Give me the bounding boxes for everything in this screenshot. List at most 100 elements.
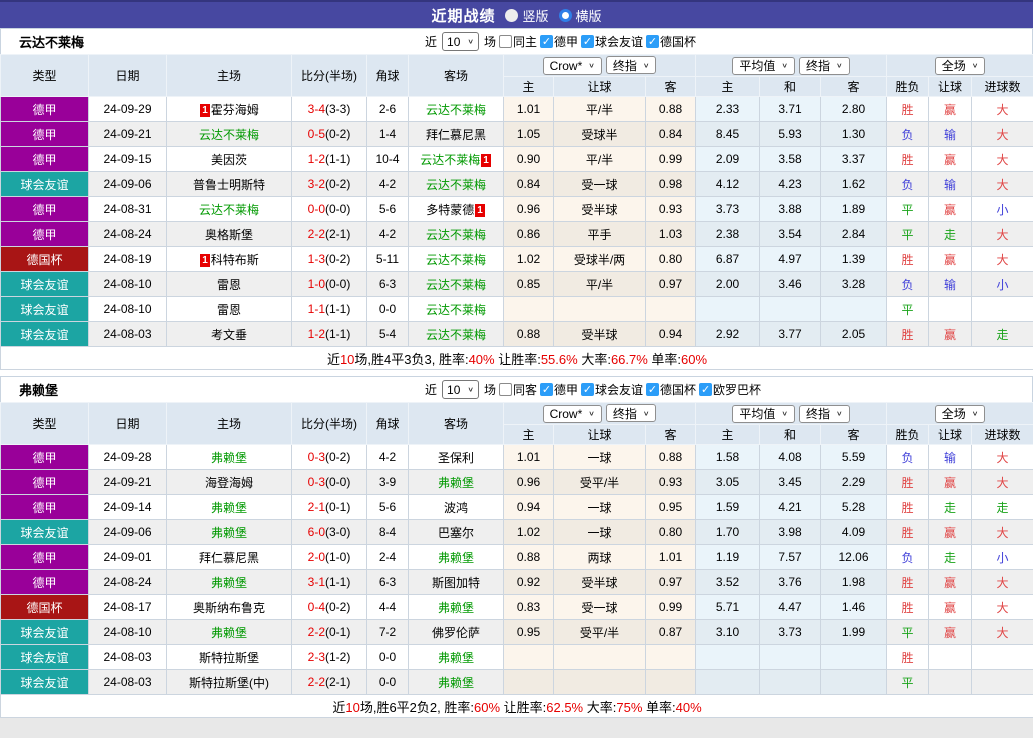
handicap-away-odds: 0.94 <box>646 322 696 347</box>
match-row: 德甲24-08-24弗赖堡3-1(1-1)6-3斯图加特0.92受半球0.973… <box>1 570 1033 595</box>
full-time-score: 2-2 <box>308 625 325 639</box>
league-filter-label[interactable]: 德国杯 <box>660 381 696 398</box>
league-checkbox[interactable]: ✓ <box>699 383 712 396</box>
title-bar: 近期战绩 竖版 横版 <box>0 0 1033 28</box>
league-filter-label[interactable]: 德甲 <box>554 33 578 50</box>
team-label: 海登海姆 <box>205 476 253 490</box>
league-checkbox[interactable]: ✓ <box>581 35 594 48</box>
league-type-cell: 球会友谊 <box>1 322 89 347</box>
league-type-cell: 球会友谊 <box>1 620 89 645</box>
match-date-cell: 24-08-17 <box>89 595 167 620</box>
layout-vertical-radio[interactable]: 竖版 <box>505 6 548 25</box>
average-odds-select[interactable]: 平均值∨ <box>732 405 795 423</box>
layout-vertical-label[interactable]: 竖版 <box>522 6 548 25</box>
home-team-cell: 弗赖堡 <box>167 570 292 595</box>
radio-icon[interactable] <box>559 9 572 22</box>
away-team-cell: 云达不莱梅 <box>409 222 504 247</box>
team-label: 云达不莱梅 <box>426 103 486 117</box>
final-odds-select-label[interactable]: 终指 <box>806 57 830 74</box>
odds-company-select[interactable]: Crow*∨ <box>543 405 602 423</box>
league-filter[interactable]: ✓德国杯 <box>646 381 696 398</box>
league-filter-label[interactable]: 德甲 <box>554 381 578 398</box>
match-count-value[interactable]: 10 <box>447 383 460 397</box>
match-count-value[interactable]: 10 <box>447 35 460 49</box>
match-date-cell: 24-09-14 <box>89 495 167 520</box>
corners-cell: 10-4 <box>367 147 409 172</box>
result-goals-cell: 大 <box>972 470 1033 495</box>
league-filter[interactable]: ✓德国杯 <box>646 33 696 50</box>
result-handicap-cell: 赢 <box>929 470 972 495</box>
avg-away-odds: 2.29 <box>821 470 887 495</box>
odds-company-select-label[interactable]: Crow* <box>550 407 583 421</box>
league-filter-label[interactable]: 球会友谊 <box>595 381 643 398</box>
match-row: 德国杯24-08-191科特布斯1-3(0-2)5-11云达不莱梅1.02受球半… <box>1 247 1033 272</box>
league-filter-label[interactable]: 德国杯 <box>660 33 696 50</box>
league-checkbox[interactable]: ✓ <box>646 35 659 48</box>
team-label: 云达不莱梅 <box>426 178 486 192</box>
league-checkbox[interactable]: ✓ <box>581 383 594 396</box>
league-filter[interactable]: ✓欧罗巴杯 <box>699 381 761 398</box>
match-row: 球会友谊24-09-06普鲁士明斯特3-2(0-2)4-2云达不莱梅0.84受一… <box>1 172 1033 197</box>
final-odds-select-label[interactable]: 终指 <box>613 57 637 74</box>
near-label: 近 <box>425 33 437 50</box>
match-date-cell: 24-08-10 <box>89 620 167 645</box>
league-filter[interactable]: ✓球会友谊 <box>581 33 643 50</box>
league-checkbox[interactable]: ✓ <box>540 35 553 48</box>
final-odds-select[interactable]: 终指∨ <box>799 405 850 423</box>
league-checkbox[interactable]: ✓ <box>540 383 553 396</box>
half-time-score: (0-2) <box>325 600 350 614</box>
radio-icon[interactable] <box>505 9 518 22</box>
average-odds-select-label[interactable]: 平均值 <box>739 405 775 422</box>
average-odds-select-label[interactable]: 平均值 <box>739 57 775 74</box>
handicap-line <box>554 670 646 695</box>
final-odds-select[interactable]: 终指∨ <box>799 57 850 75</box>
league-filter[interactable]: ✓球会友谊 <box>581 381 643 398</box>
league-filter-label[interactable]: 球会友谊 <box>595 33 643 50</box>
same-venue-filter[interactable]: 同客 <box>499 381 537 398</box>
result-goals-cell <box>972 645 1033 670</box>
full-match-scope-select[interactable]: 全场∨ <box>935 57 986 75</box>
full-match-scope-select[interactable]: 全场∨ <box>935 405 986 423</box>
avg-draw-odds: 3.73 <box>760 620 821 645</box>
layout-horizontal-label[interactable]: 横版 <box>576 6 602 25</box>
result-handicap-cell: 赢 <box>929 620 972 645</box>
same-venue-checkbox[interactable] <box>499 35 512 48</box>
average-odds-select[interactable]: 平均值∨ <box>732 57 795 75</box>
same-venue-label[interactable]: 同主 <box>513 33 537 50</box>
sub-header-result-goals: 进球数 <box>972 425 1033 445</box>
home-team-cell: 1科特布斯 <box>167 247 292 272</box>
col-header-2: 主场 <box>167 403 292 445</box>
league-checkbox[interactable]: ✓ <box>646 383 659 396</box>
games-label: 场 <box>484 381 496 398</box>
away-team-cell: 云达不莱梅 <box>409 97 504 122</box>
league-type-cell: 德甲 <box>1 147 89 172</box>
final-odds-select-label[interactable]: 终指 <box>806 405 830 422</box>
match-count-select[interactable]: 10∨ <box>442 380 479 399</box>
same-venue-filter[interactable]: 同主 <box>499 33 537 50</box>
odds-company-select[interactable]: Crow*∨ <box>543 57 602 75</box>
same-venue-label[interactable]: 同客 <box>513 381 537 398</box>
same-venue-checkbox[interactable] <box>499 383 512 396</box>
score-cell: 0-3(0-0) <box>292 470 367 495</box>
match-count-select[interactable]: 10∨ <box>442 32 479 51</box>
match-date-cell: 24-08-24 <box>89 222 167 247</box>
final-odds-select[interactable]: 终指∨ <box>606 404 657 422</box>
avg-home-odds: 6.87 <box>696 247 760 272</box>
result-outcome-cell: 胜 <box>887 97 929 122</box>
full-match-scope-select-label[interactable]: 全场 <box>942 57 966 74</box>
result-goals-cell: 小 <box>972 272 1033 297</box>
home-team-cell: 海登海姆 <box>167 470 292 495</box>
avg-home-odds <box>696 297 760 322</box>
final-odds-select[interactable]: 终指∨ <box>606 56 657 74</box>
league-filter[interactable]: ✓德甲 <box>540 33 578 50</box>
avg-home-odds: 3.52 <box>696 570 760 595</box>
odds-company-select-label[interactable]: Crow* <box>550 59 583 73</box>
league-filter[interactable]: ✓德甲 <box>540 381 578 398</box>
full-match-scope-select-label[interactable]: 全场 <box>942 405 966 422</box>
layout-horizontal-radio[interactable]: 横版 <box>559 6 602 25</box>
result-outcome-cell: 胜 <box>887 322 929 347</box>
match-date-cell: 24-09-29 <box>89 97 167 122</box>
final-odds-select-label[interactable]: 终指 <box>613 405 637 422</box>
match-date-cell: 24-08-10 <box>89 272 167 297</box>
league-filter-label[interactable]: 欧罗巴杯 <box>713 381 761 398</box>
